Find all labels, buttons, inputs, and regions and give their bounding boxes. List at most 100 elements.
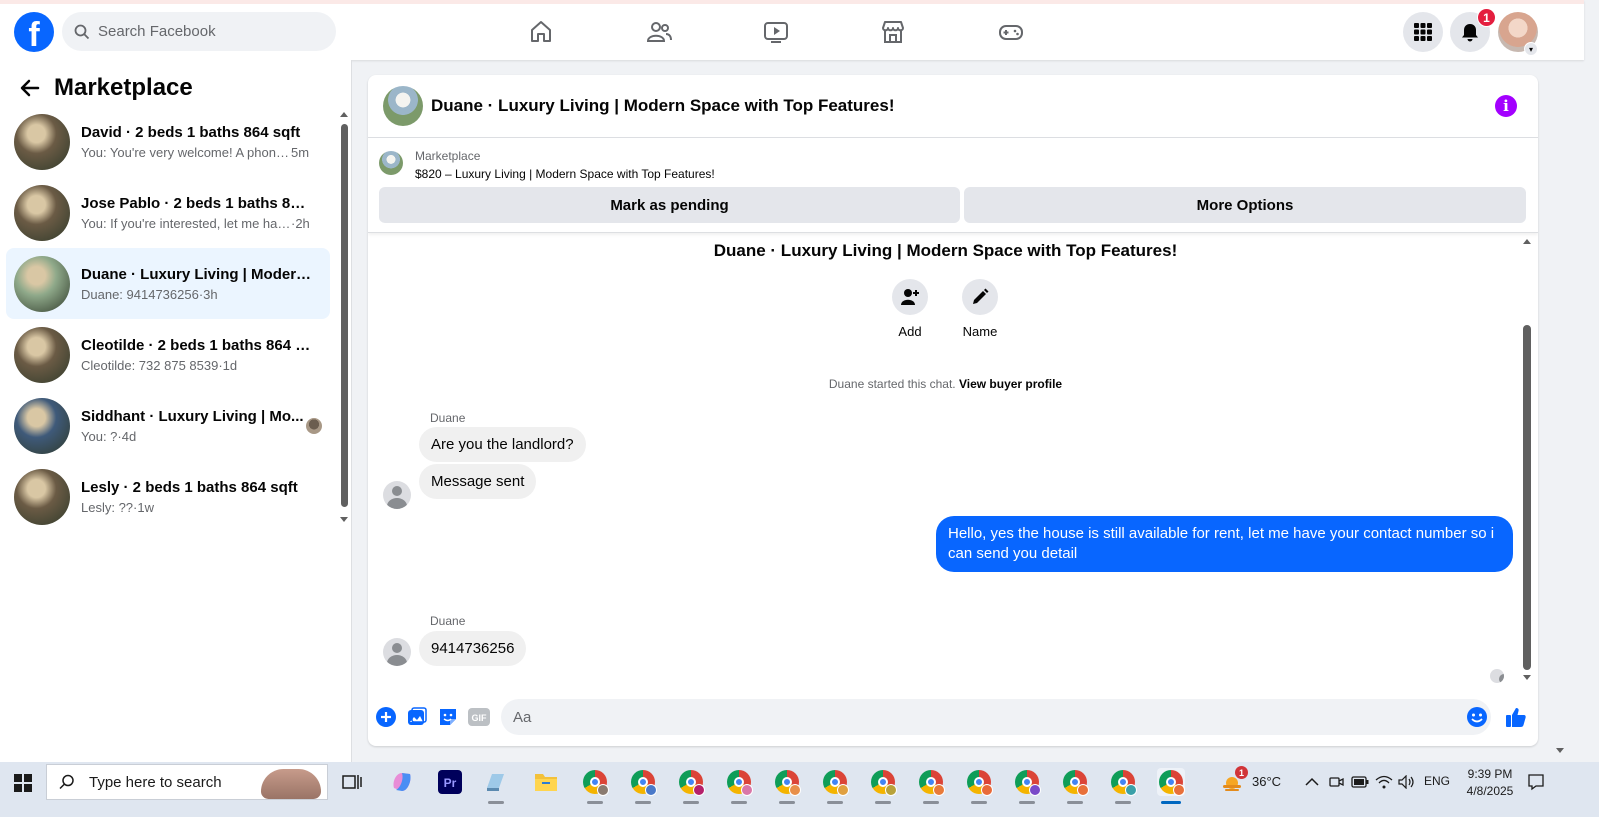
temperature-text[interactable]: 36°C <box>1252 774 1281 789</box>
chat-scroll-up-arrow[interactable] <box>1523 239 1531 244</box>
listing-bar: Marketplace $820 – Luxury Living | Moder… <box>368 138 1538 233</box>
view-buyer-profile-link[interactable]: View buyer profile <box>959 377 1062 391</box>
listing-price[interactable]: $820 – Luxury Living | Modern Space with… <box>415 167 715 181</box>
conversation-item[interactable]: Siddhant · Luxury Living | Mo... You: ? ·… <box>6 390 330 461</box>
chrome-profile-13-icon-active[interactable] <box>1157 768 1185 804</box>
incoming-message[interactable]: 9414736256 <box>419 631 527 666</box>
search-icon <box>74 24 90 39</box>
chrome-profile-7-icon[interactable] <box>869 768 897 804</box>
incoming-message[interactable]: Are you the landlord? <box>419 427 586 462</box>
account-chevron-down-icon[interactable]: ▾ <box>1524 42 1538 56</box>
language-indicator[interactable]: ENG <box>1424 774 1450 788</box>
task-view-icon[interactable] <box>338 768 366 796</box>
chat-scroll-down-arrow[interactable] <box>1523 675 1531 680</box>
chrome-profile-8-icon[interactable] <box>917 768 945 804</box>
search-box[interactable] <box>62 12 336 51</box>
conversation-item[interactable]: David · 2 beds 1 baths 864 sqft You: You'… <box>6 106 330 177</box>
friends-icon[interactable] <box>639 16 679 48</box>
chat-title[interactable]: Duane · Luxury Living | Modern Space wit… <box>431 96 895 116</box>
search-input[interactable] <box>98 23 318 40</box>
conversation-time: ·1d <box>218 357 238 373</box>
conversation-time: ·2h <box>291 215 310 231</box>
copilot-icon[interactable] <box>388 768 416 796</box>
chrome-profile-5-icon[interactable] <box>773 768 801 804</box>
conversation-item[interactable]: Jose Pablo · 2 beds 1 baths 864 s... You:… <box>6 177 330 248</box>
page-scroll-down-arrow[interactable] <box>1556 748 1564 753</box>
sidebar-scrollbar[interactable] <box>341 124 348 507</box>
chrome-profile-4-icon[interactable] <box>725 768 753 804</box>
add-label: Add <box>898 324 922 339</box>
chat-header: Duane · Luxury Living | Modern Space wit… <box>368 75 1538 138</box>
sidebar-scroll-up-arrow[interactable] <box>340 112 348 117</box>
chrome-profile-2-icon[interactable] <box>629 768 657 804</box>
back-arrow-icon[interactable] <box>14 72 46 104</box>
bell-icon <box>1462 24 1478 42</box>
notifications-button[interactable]: 1 <box>1450 8 1496 52</box>
name-action[interactable]: Name <box>950 279 1010 339</box>
read-receipt-avatar <box>1490 669 1504 683</box>
conversation-snippet: You: You're very welcome! A phone... <box>81 144 291 160</box>
conversation-time: ·4d <box>117 428 137 444</box>
notification-center-icon[interactable] <box>1522 768 1550 796</box>
chrome-profile-10-icon[interactable] <box>1013 768 1041 804</box>
incoming-message[interactable]: Message sent <box>419 464 537 499</box>
chat-scrollbar[interactable] <box>1523 325 1531 670</box>
conversation-item[interactable]: Duane · Luxury Living | Modern ... Duane:… <box>6 248 330 319</box>
listing-thumbnail <box>14 113 70 170</box>
message-input[interactable] <box>501 699 1491 735</box>
like-thumb-icon[interactable] <box>1505 706 1527 728</box>
listing-label: Marketplace <box>415 149 481 163</box>
taskbar-search[interactable]: Type here to search <box>46 764 328 800</box>
sender-avatar[interactable] <box>383 638 411 666</box>
windows-start-icon[interactable] <box>14 774 32 792</box>
video-icon[interactable] <box>756 16 796 48</box>
listing-thumbnail <box>14 184 70 241</box>
pencil-icon <box>973 288 989 304</box>
app-icon[interactable] <box>482 768 510 804</box>
gaming-icon[interactable] <box>991 16 1031 48</box>
chrome-profile-6-icon[interactable] <box>821 768 849 804</box>
sticker-icon[interactable] <box>437 706 459 728</box>
chrome-profile-1-icon[interactable] <box>581 768 609 804</box>
weather-icon[interactable]: 1 <box>1218 766 1248 796</box>
search-highlight-pig-image <box>261 769 321 799</box>
menu-grid-button[interactable] <box>1403 12 1443 52</box>
sidebar-scroll-down-arrow[interactable] <box>340 517 348 522</box>
conversation-item[interactable]: Cleotilde · 2 beds 1 baths 864 sqft Cleot… <box>6 319 330 390</box>
facebook-logo[interactable]: f <box>14 12 54 52</box>
notification-badge: 1 <box>1477 8 1496 27</box>
gif-icon[interactable]: GIF <box>468 706 490 728</box>
add-person-icon <box>901 289 919 305</box>
listing-small-thumbnail[interactable] <box>379 151 403 175</box>
chrome-profile-9-icon[interactable] <box>965 768 993 804</box>
message-thread: Duane · Luxury Living | Modern Space wit… <box>368 235 1523 690</box>
add-action[interactable]: Add <box>880 279 940 339</box>
mark-as-pending-button[interactable]: Mark as pending <box>379 187 960 223</box>
marketplace-icon[interactable] <box>873 16 913 48</box>
plus-icon[interactable] <box>375 706 397 728</box>
conversation-time: ·1w <box>133 499 154 515</box>
conversation-item[interactable]: Lesly · 2 beds 1 baths 864 sqft Lesly: ??… <box>6 461 330 532</box>
clock[interactable]: 9:39 PM 4/8/2025 <box>1455 766 1525 800</box>
home-icon[interactable] <box>521 16 561 48</box>
svg-text:Pr: Pr <box>444 776 457 790</box>
premiere-pro-icon[interactable]: Pr <box>436 768 464 796</box>
file-explorer-icon[interactable] <box>532 768 560 796</box>
sender-avatar[interactable] <box>383 481 411 509</box>
conversation-snippet: Lesly: ?? <box>81 499 134 515</box>
chrome-profile-3-icon[interactable] <box>677 768 705 804</box>
volume-icon[interactable] <box>1393 768 1421 796</box>
listing-thumbnail[interactable] <box>383 86 423 126</box>
more-options-button[interactable]: More Options <box>964 187 1526 223</box>
emoji-icon[interactable] <box>1466 706 1488 728</box>
conversation-snippet: Cleotilde: 732 875 8539 <box>81 357 219 373</box>
outgoing-message[interactable]: Hello, yes the house is still available … <box>936 516 1513 572</box>
search-icon <box>59 774 74 790</box>
chrome-profile-12-icon[interactable] <box>1109 768 1137 804</box>
name-label: Name <box>962 324 998 339</box>
info-icon[interactable]: i <box>1495 95 1517 117</box>
conversation-title: Lesly · 2 beds 1 baths 864 sqft <box>81 478 298 496</box>
windows-taskbar: Type here to search Pr 1 36°C ENG 9:39 P… <box>0 762 1599 817</box>
chrome-profile-11-icon[interactable] <box>1061 768 1089 804</box>
photo-icon[interactable] <box>406 706 428 728</box>
